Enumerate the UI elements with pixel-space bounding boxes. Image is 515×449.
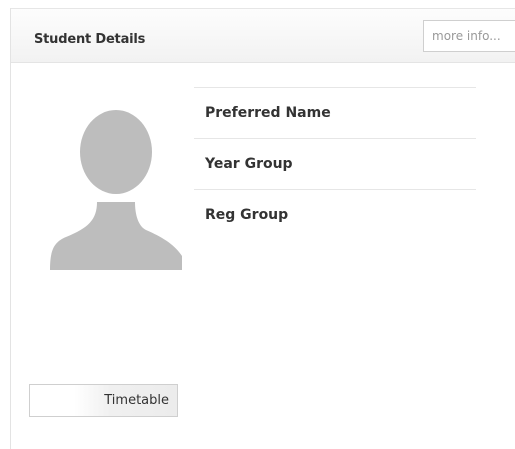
more-info-button[interactable]: more info...: [423, 20, 515, 52]
student-details-list: Preferred Name Year Group Reg Group: [194, 87, 476, 240]
student-details-panel: Student Details more info... Preferred N…: [0, 0, 515, 449]
panel-border: [10, 8, 11, 449]
panel-title: Student Details: [34, 32, 146, 47]
timetable-button[interactable]: Timetable: [29, 384, 178, 417]
panel-header: Student Details more info...: [11, 8, 515, 63]
detail-row-preferred-name: Preferred Name: [194, 87, 476, 138]
detail-row-year-group: Year Group: [194, 138, 476, 189]
preferred-name-label: Preferred Name: [205, 105, 331, 121]
person-silhouette-icon: [50, 110, 182, 270]
detail-row-reg-group: Reg Group: [194, 189, 476, 240]
reg-group-label: Reg Group: [205, 207, 289, 223]
year-group-label: Year Group: [205, 156, 293, 172]
